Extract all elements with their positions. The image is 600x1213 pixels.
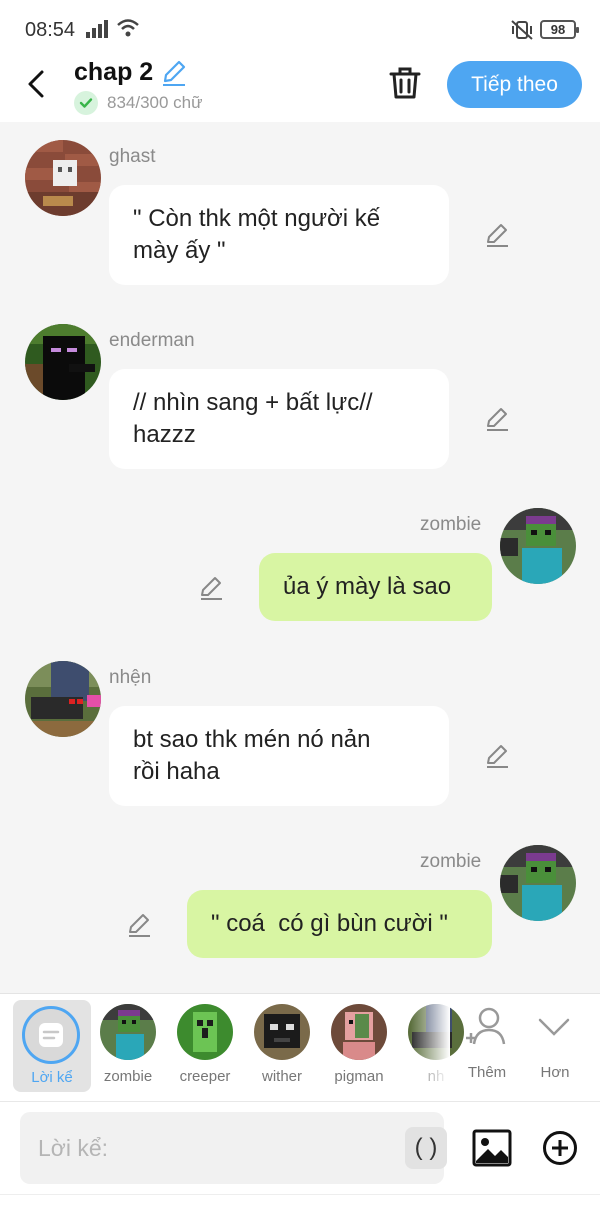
chapter-title: chap 2	[74, 58, 154, 86]
bottom-spacer	[0, 1194, 600, 1213]
narrator-label: Lời kể	[31, 1069, 73, 1086]
back-arrow-icon[interactable]	[22, 66, 52, 102]
avatar-zombie[interactable]	[500, 508, 576, 584]
vibrate-mute-icon	[511, 20, 533, 40]
message-bubble[interactable]: " coá có gì bùn cười "	[187, 890, 492, 958]
message-sender-name: ghast	[109, 146, 156, 167]
message-text-line: ủa ý mày là sao	[283, 573, 452, 600]
narrator-icon	[22, 1006, 80, 1064]
message-bubble[interactable]: // nhìn sang + bất lực// hazzz	[109, 369, 449, 469]
character-creeper[interactable]: creeper	[172, 1004, 238, 1094]
edit-message-pencil-icon[interactable]	[126, 912, 152, 938]
character-avatar	[100, 1004, 156, 1060]
character-avatar	[177, 1004, 233, 1060]
next-button[interactable]: Tiếp theo	[447, 61, 582, 108]
avatar-enderman[interactable]	[25, 324, 101, 400]
message-text-line: mày ấy "	[133, 237, 226, 264]
message-text-line: hazzz	[133, 421, 196, 448]
message-sender-name: zombie	[420, 851, 482, 872]
more-label: Hơn	[540, 1064, 570, 1081]
message-sender-name: enderman	[109, 330, 195, 351]
character-label: pigman	[334, 1068, 384, 1085]
add-character-button[interactable]: Thêm	[462, 1004, 512, 1094]
word-count: 834/300 chữ	[107, 93, 203, 112]
parenthesis-button[interactable]: ( )	[405, 1127, 447, 1169]
message-input-box: ( )	[20, 1112, 447, 1184]
message-input-bar: ( )	[0, 1101, 600, 1213]
character-label: zombie	[103, 1068, 153, 1085]
character-label: wither	[261, 1068, 302, 1085]
message-text-line: " coá có gì bùn cười "	[211, 910, 448, 937]
message-bubble[interactable]: " Còn thk một người kế mày ấy "	[109, 185, 449, 285]
trash-icon[interactable]	[388, 64, 422, 102]
avatar-ghast[interactable]	[25, 140, 101, 216]
message-sender-name: zombie	[420, 514, 482, 535]
avatar-zombie[interactable]	[500, 845, 576, 921]
character-avatar	[254, 1004, 310, 1060]
add-circle-icon[interactable]	[542, 1130, 578, 1166]
image-icon[interactable]	[472, 1129, 512, 1167]
edit-message-pencil-icon[interactable]	[198, 575, 224, 601]
scroll-fade	[410, 1002, 450, 1094]
status-time: 08:54	[25, 19, 76, 41]
character-label: creeper	[179, 1068, 231, 1085]
message-text-line: rồi haha	[133, 758, 220, 785]
edit-message-pencil-icon[interactable]	[484, 406, 510, 432]
avatar-nhen[interactable]	[25, 661, 101, 737]
check-icon	[74, 91, 98, 115]
wifi-icon	[117, 19, 139, 37]
message-bubble[interactable]: bt sao thk mén nó nản rồi haha	[109, 706, 449, 806]
message-text-line: bt sao thk mén nó nản	[133, 726, 371, 753]
character-pigman[interactable]: pigman	[326, 1004, 392, 1094]
message-bubble[interactable]: ủa ý mày là sao	[259, 553, 492, 621]
edit-message-pencil-icon[interactable]	[484, 743, 510, 769]
character-selector-bar: Lời kể zombie creeper wither pigman Thêm…	[0, 993, 600, 1101]
message-text-line: // nhìn sang + bất lực//	[133, 389, 373, 416]
narrator-selector[interactable]: Lời kể	[13, 1000, 91, 1092]
message-input[interactable]	[38, 1130, 378, 1166]
edit-message-pencil-icon[interactable]	[484, 222, 510, 248]
add-character-label: Thêm	[467, 1064, 507, 1081]
chevron-down-icon	[538, 1018, 570, 1036]
edit-title-pencil-icon[interactable]	[160, 59, 188, 87]
message-text-line: " Còn thk một người kế	[133, 205, 381, 232]
more-button[interactable]: Hơn	[530, 1004, 578, 1094]
editor-header: chap 2 834/300 chữ Tiếp theo	[0, 56, 600, 122]
message-sender-name: nhện	[109, 667, 152, 688]
character-zombie[interactable]: zombie	[95, 1004, 161, 1094]
battery-indicator: 98	[540, 20, 579, 39]
add-person-icon	[466, 1007, 506, 1045]
status-bar: 08:54 98	[0, 0, 600, 56]
character-avatar	[331, 1004, 387, 1060]
character-wither[interactable]: wither	[249, 1004, 315, 1094]
signal-icon	[86, 20, 108, 38]
